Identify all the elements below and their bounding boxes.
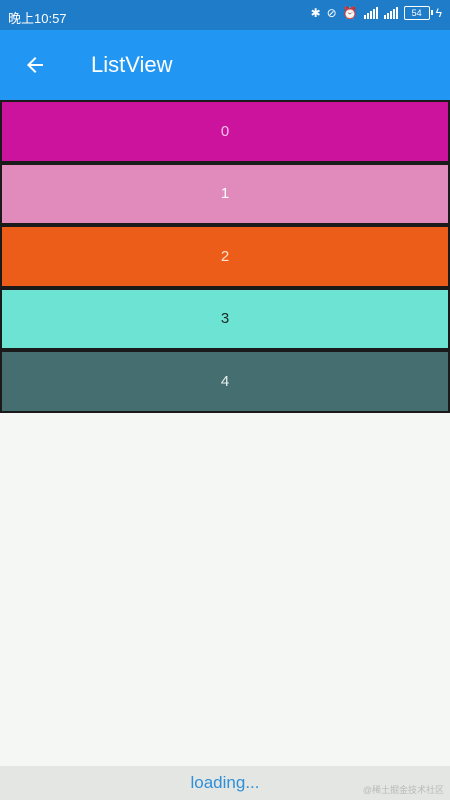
list-view[interactable]: 0 1 2 3 4 [0, 100, 450, 413]
status-icons: ✱ ⊘ ⏰ 54 ϟ [311, 6, 442, 20]
list-item-label: 1 [220, 185, 230, 203]
list-item-0[interactable]: 0 [0, 100, 450, 163]
loading-text: loading... [190, 773, 260, 792]
list-item-label: 4 [220, 372, 230, 390]
list-item-1[interactable]: 1 [0, 162, 450, 225]
list-item-3[interactable]: 3 [0, 287, 450, 350]
watermark: @稀土掘金技术社区 [362, 785, 444, 795]
list-item-2[interactable]: 2 [0, 225, 450, 288]
loading-footer: loading... @稀土掘金技术社区 [0, 766, 450, 800]
data-saver-icon: ⊘ [326, 6, 337, 20]
bluetooth-icon: ✱ [310, 6, 321, 20]
list-item-label: 3 [220, 310, 230, 328]
status-bar: 晚上10:57 ✱ ⊘ ⏰ 54 ϟ [0, 0, 450, 30]
back-button[interactable] [18, 48, 52, 82]
signal-4g-icon [363, 7, 378, 19]
page-title: ListView [91, 52, 173, 77]
charging-icon: ϟ [435, 6, 442, 20]
battery-icon: 54 [403, 6, 433, 20]
app-bar: ListView [0, 30, 450, 100]
list-item-4[interactable]: 4 [0, 350, 450, 413]
alarm-icon: ⏰ [342, 6, 358, 20]
list-item-label: 0 [220, 122, 230, 140]
list-item-label: 2 [220, 247, 230, 265]
arrow-left-icon [27, 57, 43, 73]
signal-icon [383, 7, 398, 19]
battery-level: 54 [411, 8, 422, 18]
status-time: 晚上10:57 [8, 11, 67, 26]
